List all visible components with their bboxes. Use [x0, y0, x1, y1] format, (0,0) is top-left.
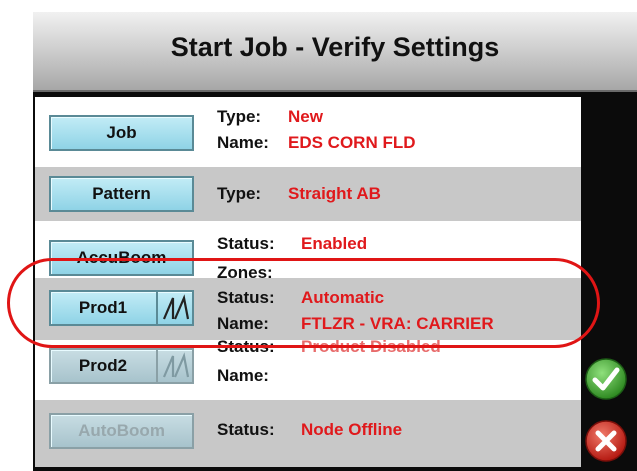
- job-type-value: New: [288, 107, 323, 126]
- settings-row-prod2: Prod2 Status: Product Disabled Name:: [35, 340, 581, 400]
- autoboom-status-value: Node Offline: [301, 420, 403, 439]
- job-type-label: Type:: [217, 107, 262, 126]
- settings-row-autoboom: AutoBoom Status: Node Offline: [35, 400, 581, 467]
- accuboom-status-value: Enabled: [301, 234, 368, 253]
- product-rate-icon[interactable]: [156, 350, 192, 382]
- job-name-label: Name:: [217, 133, 269, 152]
- prod2-button-label: Prod2: [78, 356, 128, 375]
- checkmark-icon: [585, 358, 627, 400]
- settings-row-job: Job Type: New Name: EDS CORN FLD: [35, 97, 581, 167]
- dialog-frame: Start Job - Verify Settings Job Type: Ne…: [33, 12, 637, 471]
- accept-button[interactable]: [585, 358, 627, 400]
- job-name-value: EDS CORN FLD: [288, 133, 416, 152]
- pattern-type-value: Straight AB: [288, 184, 381, 203]
- cancel-button[interactable]: [585, 420, 627, 462]
- autoboom-status-label: Status:: [217, 420, 275, 439]
- settings-row-pattern: Pattern Type: Straight AB: [35, 167, 581, 221]
- close-icon: [585, 420, 627, 462]
- job-button[interactable]: Job: [49, 115, 194, 151]
- prod2-name-label: Name:: [217, 366, 269, 385]
- prod2-button[interactable]: Prod2: [49, 348, 194, 384]
- highlight-oval: [7, 258, 600, 348]
- pattern-type-label: Type:: [217, 184, 262, 203]
- page-title: Start Job - Verify Settings: [170, 32, 500, 62]
- accuboom-status-label: Status:: [217, 234, 275, 253]
- title-bar: Start Job - Verify Settings: [33, 12, 637, 92]
- pattern-button[interactable]: Pattern: [49, 176, 194, 212]
- autoboom-button[interactable]: AutoBoom: [49, 413, 194, 449]
